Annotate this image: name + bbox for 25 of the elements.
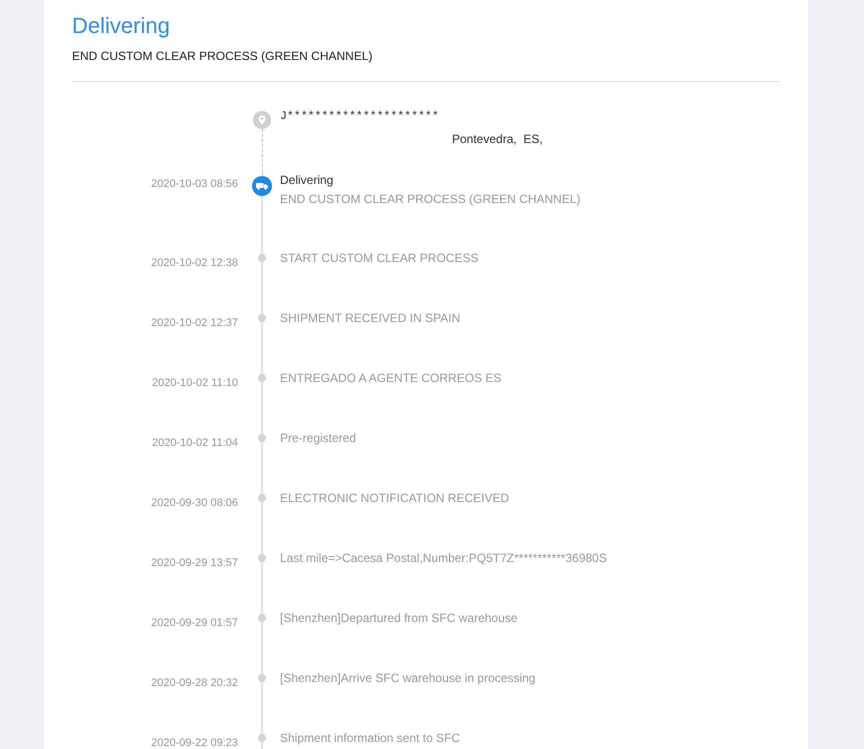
event-description: Shipment information sent to SFC <box>280 730 460 746</box>
event-description: ENTREGADO A AGENTE CORREOS ES <box>280 370 502 386</box>
event-time: 2020-09-28 20:32 <box>151 677 238 689</box>
event-time: 2020-09-30 08:06 <box>151 497 238 509</box>
status-description: END CUSTOM CLEAR PROCESS (GREEN CHANNEL) <box>72 48 374 64</box>
event-description: SHIPMENT RECEIVED IN SPAIN <box>280 310 460 326</box>
event-description: Last mile=>Cacesa Postal,Number:PQ5T7Z***********36980S <box>280 550 607 566</box>
event-time: 2020-10-02 11:10 <box>152 377 238 389</box>
event-status: Delivering <box>280 172 334 188</box>
event-time: 2020-10-03 08:56 <box>151 178 238 190</box>
event-description: START CUSTOM CLEAR PROCESS <box>280 250 478 266</box>
event-time: 2020-09-22 09:23 <box>151 737 238 749</box>
event-time: 2020-09-29 01:57 <box>151 617 238 629</box>
recipient-location: Pontevedra, ES, <box>452 131 543 147</box>
event-description: [Shenzhen]Departured from SFC warehouse <box>280 610 518 626</box>
status-title: Delivering <box>72 12 171 40</box>
event-time: 2020-10-02 11:04 <box>152 437 238 449</box>
event-time: 2020-10-02 12:37 <box>151 317 238 329</box>
event-description: END CUSTOM CLEAR PROCESS (GREEN CHANNEL) <box>280 191 580 207</box>
event-description: ELECTRONIC NOTIFICATION RECEIVED <box>280 490 510 506</box>
event-description: Pre-registered <box>280 430 356 446</box>
event-time: 2020-10-02 12:38 <box>151 257 238 269</box>
event-description: [Shenzhen]Arrive SFC warehouse in processing <box>280 670 536 686</box>
event-time: 2020-09-29 13:57 <box>151 557 238 569</box>
recipient-name: J********************** <box>280 109 439 125</box>
